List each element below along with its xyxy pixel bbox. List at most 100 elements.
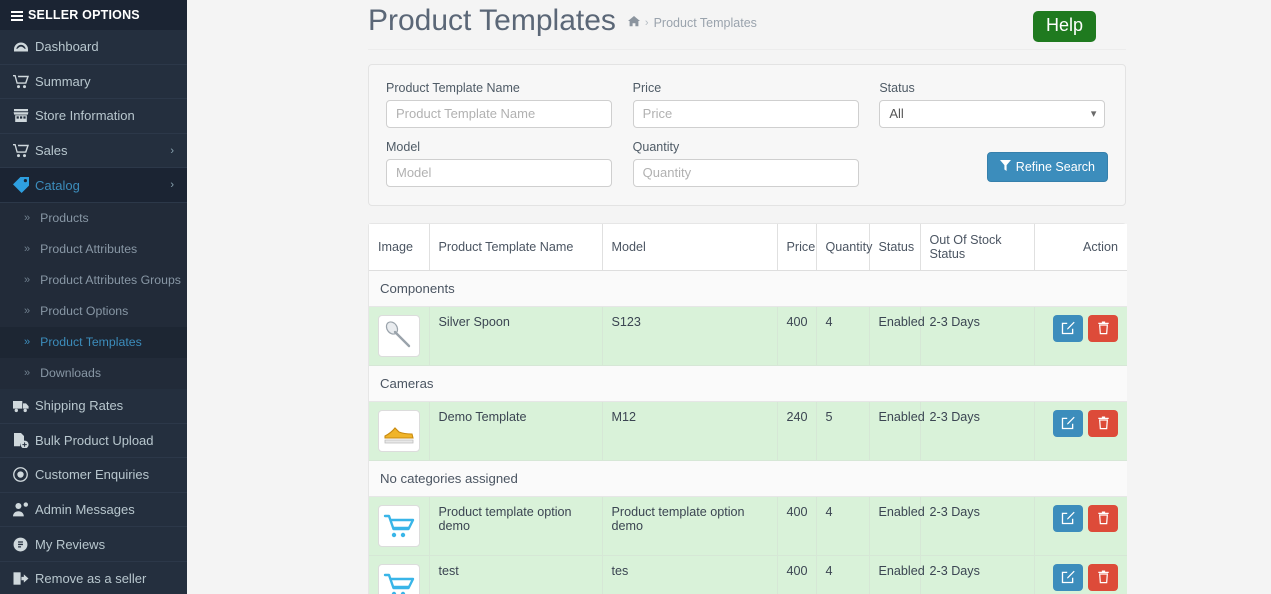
sidebar-item-catalog[interactable]: Catalog › — [0, 168, 187, 203]
sidebar-subitem-product-options[interactable]: » Product Options — [0, 295, 187, 327]
category-group-row: Cameras — [369, 365, 1127, 402]
cell-action — [1034, 555, 1127, 594]
category-group-label: No categories assigned — [369, 460, 1127, 497]
cell-image — [369, 306, 430, 366]
edit-button[interactable] — [1053, 504, 1083, 532]
cart-placeholder-thumbnail — [378, 563, 420, 594]
price-input[interactable] — [632, 99, 859, 128]
double-chevron-right-icon: » — [24, 305, 31, 318]
edit-button[interactable] — [1053, 409, 1083, 437]
double-chevron-right-icon: » — [24, 367, 31, 380]
sidebar-subitem-label: Product Attributes Groups — [40, 273, 181, 288]
tag-icon — [13, 177, 35, 194]
sidebar-item-store-information[interactable]: Store Information — [0, 99, 187, 134]
filter-group-price: Price — [632, 80, 862, 128]
cell-image — [369, 555, 430, 594]
table-row: Demo Template M12 240 5 Enabled 2-3 Days — [369, 401, 1127, 461]
cell-action — [1034, 306, 1127, 366]
sidebar-subitem-product-attributes[interactable]: » Product Attributes — [0, 233, 187, 265]
category-group-row: No categories assigned — [369, 460, 1127, 497]
double-chevron-right-icon: » — [24, 212, 31, 225]
sidebar-item-bulk-product-upload[interactable]: Bulk Product Upload — [0, 424, 187, 459]
category-group-row: Components — [369, 270, 1127, 307]
sidebar-item-label: My Reviews — [35, 536, 106, 552]
cart-icon — [13, 74, 35, 89]
edit-icon — [1061, 321, 1075, 335]
cell-status: Enabled — [869, 496, 925, 556]
delete-button[interactable] — [1088, 314, 1118, 342]
sidebar-subitem-downloads[interactable]: » Downloads — [0, 357, 187, 389]
cell-name: Silver Spoon — [429, 306, 603, 366]
cell-out-of-stock-status: 2-3 Days — [920, 306, 1035, 366]
cell-status: Enabled — [869, 306, 925, 366]
filter-group-name: Product Template Name — [386, 81, 615, 128]
model-label: Model — [386, 139, 421, 154]
quantity-input[interactable] — [632, 158, 859, 187]
cell-out-of-stock-status: 2-3 Days — [920, 555, 1035, 594]
product-templates-table: Image Product Template Name Model Price Quan… — [369, 223, 1127, 594]
product-template-name-label: Product Template Name — [386, 80, 520, 95]
page-header: Product Templates › Product Templates — [368, 0, 1126, 50]
sidebar-item-label: Admin Messages — [35, 502, 135, 518]
sidebar-item-summary[interactable]: Summary — [0, 65, 187, 100]
cell-status: Enabled — [869, 555, 925, 594]
sidebar-item-label: Customer Enquiries — [35, 467, 150, 483]
cell-status: Enabled — [869, 401, 925, 461]
breadcrumb-current[interactable]: Product Templates — [654, 16, 757, 30]
edit-button[interactable] — [1053, 563, 1083, 591]
category-group-label: Cameras — [369, 365, 1127, 402]
delete-button[interactable] — [1088, 563, 1118, 591]
sidebar-subitem-products[interactable]: » Products — [0, 202, 187, 234]
sidebar-subitem-product-templates[interactable]: » Product Templates — [0, 326, 187, 358]
filter-icon — [999, 159, 1011, 174]
cart-placeholder-thumbnail — [378, 504, 420, 547]
home-icon[interactable] — [627, 16, 640, 30]
hamburger-icon[interactable] — [11, 11, 23, 21]
category-group-label: Components — [369, 270, 1127, 307]
product-template-name-input[interactable] — [386, 99, 612, 128]
help-button[interactable]: Help — [1033, 11, 1097, 42]
column-header-quantity: Quantity — [816, 223, 872, 271]
truck-icon — [13, 399, 35, 413]
cell-action — [1034, 401, 1127, 461]
cell-quantity: 4 — [816, 306, 870, 366]
table-row: Silver Spoon S123 400 4 Enabled 2-3 Days — [369, 306, 1127, 366]
table-row: Product template option demo Product temp… — [369, 496, 1127, 556]
spoon-thumbnail — [378, 314, 420, 357]
sidebar-subitem-label: Downloads — [40, 366, 101, 381]
sidebar-header[interactable]: SELLER OPTIONS — [0, 0, 187, 30]
status-select[interactable]: All — [879, 99, 1106, 128]
table-row: test tes 400 4 Enabled 2-3 Days — [369, 555, 1127, 594]
column-header-out-of-stock-status: Out Of Stock Status — [920, 223, 1035, 271]
delete-button[interactable] — [1088, 409, 1118, 437]
trash-icon — [1097, 416, 1110, 430]
sidebar-item-customer-enquiries[interactable]: Customer Enquiries — [0, 458, 187, 493]
sidebar-subitem-label: Product Options — [40, 304, 129, 319]
sidebar-subitem-label: Product Attributes — [40, 242, 138, 257]
cell-image — [369, 401, 430, 461]
sidebar-subitem-label: Products — [40, 211, 89, 226]
sidebar-item-remove-as-a-seller[interactable]: Remove as a seller — [0, 562, 187, 594]
product-templates-table-wrapper: Image Product Template Name Model Price Quan… — [368, 222, 1127, 594]
chevron-right-icon: › — [170, 144, 174, 157]
sign-out-icon — [13, 571, 35, 586]
cell-model: S123 — [602, 306, 778, 366]
sidebar-item-dashboard[interactable]: Dashboard — [0, 30, 187, 65]
column-header-image: Image — [369, 223, 430, 271]
delete-button[interactable] — [1088, 504, 1118, 532]
edit-button[interactable] — [1053, 314, 1083, 342]
sidebar-item-label: Shipping Rates — [35, 398, 124, 414]
refine-search-button[interactable]: Refine Search — [986, 151, 1109, 182]
sidebar-item-admin-messages[interactable]: Admin Messages — [0, 493, 187, 528]
cell-model: tes — [602, 555, 778, 594]
double-chevron-right-icon: » — [24, 243, 31, 256]
column-header-product-template-name: Product Template Name — [429, 223, 603, 271]
sidebar-item-sales[interactable]: Sales › — [0, 134, 187, 169]
model-input[interactable] — [386, 158, 612, 187]
sidebar-item-shipping-rates[interactable]: Shipping Rates — [0, 389, 187, 424]
eye-icon — [13, 467, 35, 483]
sidebar-subitem-product-attributes-groups[interactable]: » Product Attributes Groups — [0, 264, 187, 296]
price-label: Price — [632, 80, 662, 95]
filter-group-action: Refine Search — [879, 151, 1109, 187]
sidebar-item-my-reviews[interactable]: My Reviews — [0, 527, 187, 562]
